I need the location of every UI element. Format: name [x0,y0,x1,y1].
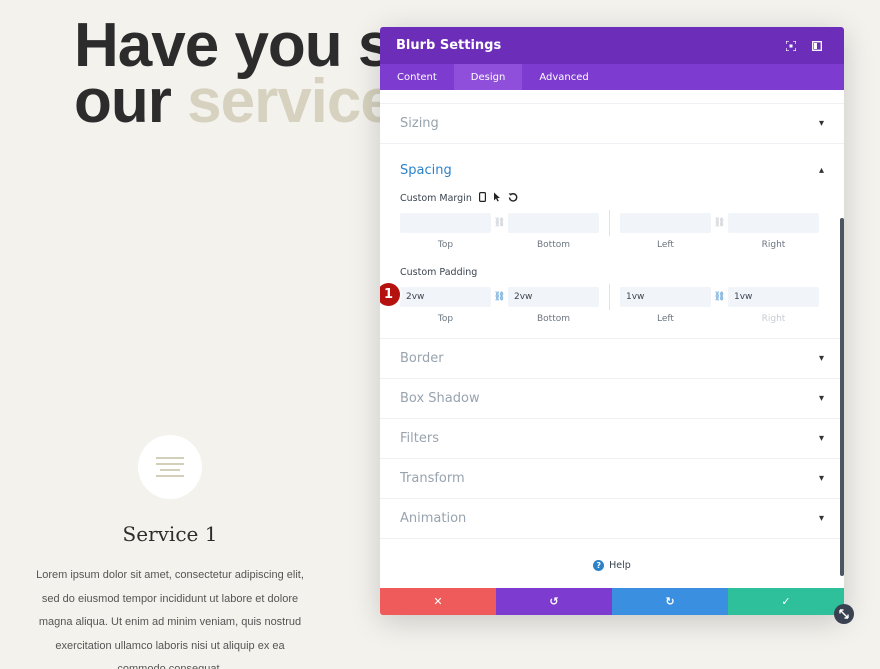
sidebar-icon[interactable] [806,35,828,57]
step-badge: 1 [380,283,400,306]
chevron-down-icon: ▾ [818,118,824,129]
section-box-shadow[interactable]: Box Shadow ▾ [380,379,844,419]
custom-padding-text: Custom Padding [400,266,478,278]
chevron-down-icon: ▾ [818,513,824,524]
chevron-up-icon: ▴ [818,164,824,176]
cancel-button[interactable]: ✕ [380,588,496,615]
label-left: Left [657,240,674,250]
margin-bottom-input[interactable] [508,213,599,233]
tab-advanced[interactable]: Advanced [522,64,605,90]
service-title: Service 1 [122,522,218,546]
collapsed-section-partial [380,90,844,104]
hero-line-2-plain: our [74,67,188,136]
chevron-down-icon: ▾ [818,353,824,364]
custom-margin-inputs: ⛓ ⛓ [400,210,824,236]
chevron-down-icon: ▾ [818,473,824,484]
padding-link-horizontal-icon[interactable]: ⛓ [711,292,728,302]
phone-icon[interactable] [478,191,486,205]
section-animation-label: Animation [400,511,467,526]
custom-padding-label: Custom Padding [400,264,824,280]
label-top: Top [437,240,454,250]
blurb-settings-modal: Blurb Settings Content Design Advanced S… [380,27,844,615]
margin-side-labels: Top Bottom Left Right [400,240,824,250]
chevron-down-icon: ▾ [818,433,824,444]
modal-header: Blurb Settings [380,27,844,64]
modal-footer: ✕ ↺ ↻ ✓ [380,588,844,615]
padding-right-input[interactable]: 1vw [728,287,819,307]
divider [609,210,610,236]
margin-link-horizontal-icon[interactable]: ⛓ [711,218,728,228]
label-top: Top [437,314,454,324]
margin-left-input[interactable] [620,213,711,233]
section-animation[interactable]: Animation ▾ [380,499,844,539]
padding-left-input[interactable]: 1vw [620,287,711,307]
section-transform[interactable]: Transform ▾ [380,459,844,499]
help-link[interactable]: ? Help [380,539,844,588]
service-description: Lorem ipsum dolor sit amet, consectetur … [36,569,304,669]
help-icon: ? [593,559,605,571]
label-bottom: Bottom [536,314,570,324]
label-right: Right [761,314,786,324]
section-border[interactable]: Border ▾ [380,339,844,379]
chevron-down-icon: ▾ [818,393,824,404]
padding-side-labels: Top Bottom Left Right [400,314,824,324]
section-sizing-label: Sizing [400,116,439,131]
modal-title: Blurb Settings [396,38,502,53]
resize-handle-icon[interactable] [834,604,854,624]
undo-button[interactable]: ↺ [496,588,612,615]
padding-link-vertical-icon[interactable]: ⛓ [491,292,508,302]
margin-link-vertical-icon[interactable]: ⛓ [491,218,508,228]
hero-line-2-accent: service [187,67,395,136]
label-left: Left [657,314,674,324]
custom-margin-text: Custom Margin [400,192,472,204]
section-border-label: Border [400,351,444,366]
section-sizing[interactable]: Sizing ▾ [380,104,844,144]
label-bottom: Bottom [536,240,570,250]
padding-bottom-input[interactable]: 2vw [508,287,599,307]
hero-heading: Have you s our service [74,11,395,133]
custom-margin-label: Custom Margin [400,190,824,206]
cursor-icon[interactable] [493,192,501,205]
section-filters[interactable]: Filters ▾ [380,419,844,459]
help-label: Help [609,559,631,571]
modal-tabs: Content Design Advanced [380,64,844,90]
padding-top-input[interactable]: 2vw [400,287,491,307]
divider [609,284,610,310]
section-spacing: Spacing ▴ Custom Margin ⛓ ⛓ Top Bottom L… [380,144,844,339]
margin-top-input[interactable] [400,213,491,233]
section-spacing-label: Spacing [400,162,452,178]
custom-padding-inputs: 1 2vw ⛓ 2vw 1vw ⛓ 1vw [380,283,824,310]
reset-icon[interactable] [508,192,518,205]
tab-content[interactable]: Content [380,64,454,90]
fullscreen-icon[interactable] [780,35,802,57]
margin-right-input[interactable] [728,213,819,233]
section-spacing-header[interactable]: Spacing ▴ [400,156,824,184]
save-button[interactable]: ✓ [728,588,844,615]
panel-scrollbar[interactable] [840,218,844,576]
hero-line-2: our service [74,71,395,133]
service-lines-icon [138,435,202,499]
redo-button[interactable]: ↻ [612,588,728,615]
section-box-shadow-label: Box Shadow [400,391,480,406]
tab-design[interactable]: Design [453,64,523,90]
settings-panel: Sizing ▾ Spacing ▴ Custom Margin ⛓ ⛓ Top… [380,90,844,588]
hero-line-1: Have you s [74,11,392,80]
section-filters-label: Filters [400,431,439,446]
section-transform-label: Transform [400,471,465,486]
label-right: Right [761,240,786,250]
